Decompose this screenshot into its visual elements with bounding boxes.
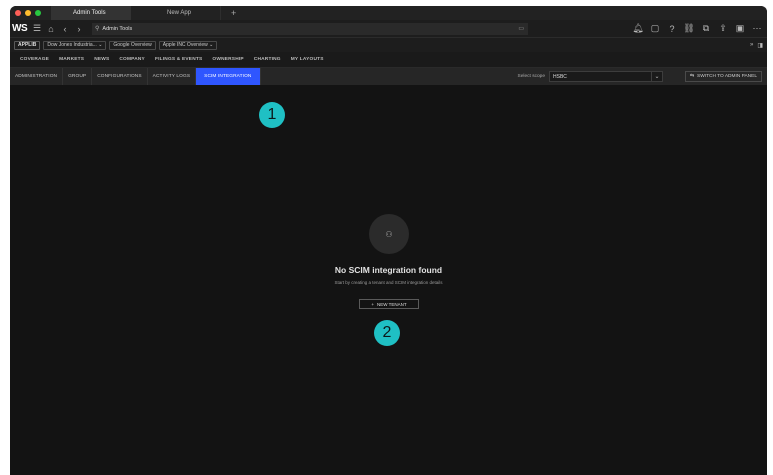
more-chips-button[interactable]: »	[750, 42, 753, 49]
nav-ownership[interactable]: OWNERSHIP	[212, 57, 243, 62]
step-marker-1: 1	[259, 102, 285, 128]
chip-apple-overview[interactable]: Apple INC Overview ⌄	[158, 40, 218, 50]
scope-value: HSBC	[553, 73, 567, 80]
help-icon[interactable]: ?	[666, 22, 678, 36]
minimize-window-button[interactable]	[25, 10, 31, 16]
scope-label: Select scope	[517, 74, 545, 79]
nav-filings-events[interactable]: FILINGS & EVENTS	[155, 57, 202, 62]
nav-coverage[interactable]: COVERAGE	[20, 57, 49, 62]
save-icon[interactable]: ▣	[734, 22, 746, 36]
close-window-button[interactable]	[15, 10, 21, 16]
step-marker-2: 2	[374, 320, 400, 346]
bell-icon[interactable]: 🔔︎	[632, 22, 644, 36]
back-icon[interactable]: ‹	[58, 22, 72, 36]
toolbar-icons: 🔔︎ ▢ ? ⛓︎ ⧉ ⇪ ▣ ⋯	[632, 22, 767, 36]
chips-overflow: » ◨	[750, 42, 763, 49]
new-tenant-button[interactable]: + NEW TENANT	[359, 299, 419, 309]
tab-activity-logs[interactable]: ACTIVITY LOGS	[148, 68, 197, 85]
forward-icon[interactable]: ›	[72, 22, 86, 36]
search-icon: ⚲	[95, 26, 100, 32]
link-icon[interactable]: ⛓︎	[683, 22, 695, 36]
menu-icon[interactable]: ☰	[30, 22, 44, 36]
tab-administration[interactable]: ADMINISTRATION	[10, 68, 64, 85]
tab-configurations[interactable]: CONFIGURATIONS	[92, 68, 148, 85]
add-tab-button[interactable]: +	[221, 8, 236, 18]
tab-scim-integration[interactable]: SCIM INTEGRATION	[196, 68, 261, 85]
command-input[interactable]: ⚲ Admin Tools ▭	[92, 22, 528, 35]
home-icon[interactable]: ⌂	[44, 22, 58, 36]
title-bar: Admin Tools New App +	[10, 6, 767, 20]
command-input-value: Admin Tools	[102, 25, 133, 32]
new-tenant-label: NEW TENANT	[376, 301, 407, 307]
more-icon[interactable]: ⋯	[751, 22, 763, 36]
app-window: Admin Tools New App + WS ☰ ⌂ ‹ › ⚲ Admin…	[10, 6, 767, 475]
scope-selector: Select scope HSBC ⌄	[518, 71, 663, 82]
switch-to-admin-panel-button[interactable]: ⇆ SWITCH TO ADMIN PANEL	[684, 71, 762, 82]
main-content: ⚇ No SCIM integration found Start by cre…	[10, 85, 767, 475]
window-tab-label: New App	[167, 10, 192, 16]
new-window-icon[interactable]: ⧉	[700, 22, 712, 36]
plus-icon: +	[371, 301, 374, 307]
window-tab-new-app[interactable]: New App	[131, 6, 221, 20]
bookmark-icon[interactable]: ▭	[518, 25, 524, 32]
chat-icon[interactable]: ▢	[649, 22, 661, 36]
chip-google-overview[interactable]: Google Overview	[109, 40, 156, 50]
nav-charting[interactable]: CHARTING	[254, 57, 281, 62]
nav-my-layouts[interactable]: MY LAYOUTS	[291, 57, 324, 62]
workspace-chips: APPLIB Dow Jones Industria... ⌄ Google O…	[10, 38, 767, 52]
panel-toggle-icon[interactable]: ◨	[757, 42, 763, 49]
main-nav: COVERAGE MARKETS NEWS COMPANY FILINGS & …	[10, 52, 767, 68]
maximize-window-button[interactable]	[35, 10, 41, 16]
nav-news[interactable]: NEWS	[94, 57, 109, 62]
chip-applib[interactable]: APPLIB	[14, 40, 41, 50]
admin-sub-nav: ADMINISTRATION GROUP CONFIGURATIONS ACTI…	[10, 68, 767, 85]
switch-icon: ⇆	[689, 74, 695, 79]
window-tab-label: Admin Tools	[73, 10, 106, 16]
switch-button-label: SWITCH TO ADMIN PANEL	[697, 74, 757, 79]
app-logo: WS	[12, 23, 28, 34]
nav-company[interactable]: COMPANY	[119, 57, 145, 62]
scope-dropdown[interactable]: HSBC ⌄	[549, 71, 663, 82]
tab-group[interactable]: GROUP	[63, 68, 93, 85]
window-controls	[10, 10, 41, 16]
empty-state-title: No SCIM integration found	[334, 265, 443, 275]
chevron-down-icon: ⌄	[651, 72, 662, 81]
chip-dow-jones[interactable]: Dow Jones Industria... ⌄	[43, 40, 107, 50]
share-icon[interactable]: ⇪	[717, 22, 729, 36]
command-bar: WS ☰ ⌂ ‹ › ⚲ Admin Tools ▭ 🔔︎ ▢ ? ⛓︎ ⧉ ⇪…	[10, 20, 767, 38]
empty-state-subtitle: Start by creating a tenant and SCIM inte…	[334, 280, 443, 285]
nav-markets[interactable]: MARKETS	[59, 57, 84, 62]
user-settings-icon: ⚇	[369, 214, 409, 254]
window-tab-admin-tools[interactable]: Admin Tools	[51, 6, 131, 20]
